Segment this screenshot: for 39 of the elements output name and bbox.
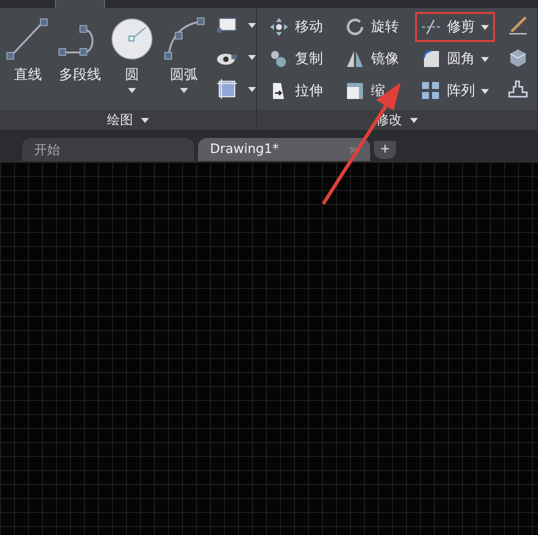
ribbon-tool-button[interactable]: 镜像	[339, 44, 409, 74]
new-tab-button[interactable]: +	[374, 141, 396, 159]
rotate-icon	[345, 17, 365, 37]
ribbon-tool-button[interactable]: 直线	[2, 12, 54, 88]
caret-icon	[141, 118, 149, 122]
array-icon	[421, 81, 441, 101]
outline-icon	[507, 78, 529, 100]
caret-icon	[481, 88, 489, 94]
caret-icon	[248, 22, 256, 28]
brush-icon	[507, 14, 529, 36]
ribbon-tool-button[interactable]: 圆弧	[158, 12, 210, 97]
ribbon-tool-button[interactable]	[214, 76, 258, 102]
scale-icon	[345, 81, 365, 101]
copy-icon	[269, 49, 289, 69]
caret-icon	[128, 88, 136, 93]
panel-title-button[interactable]: 绘图	[0, 110, 256, 130]
ribbon-tool-button[interactable]: 修剪	[415, 12, 495, 42]
boundary-icon	[216, 78, 238, 100]
trim-icon	[421, 17, 441, 37]
file-tab[interactable]: 开始	[22, 138, 194, 161]
ribbon-tool-button[interactable]: 圆角	[415, 44, 495, 74]
ribbon-tool-button[interactable]: 旋转	[339, 12, 409, 42]
file-tab[interactable]: Drawing1*	[198, 138, 370, 161]
caret-icon	[180, 88, 188, 93]
caret-icon	[481, 24, 489, 30]
caret-icon	[248, 86, 256, 92]
ribbon-tool-button[interactable]: 多段线	[54, 12, 106, 88]
caret-icon	[248, 54, 256, 60]
ribbon-tool-button[interactable]: 阵列	[415, 76, 495, 106]
circle-icon	[109, 16, 155, 62]
ribbon-tool-button[interactable]: 圆	[106, 12, 158, 97]
caret-icon	[410, 118, 418, 122]
mirror-icon	[345, 49, 365, 69]
ribbon-tool-button[interactable]: 拉伸	[263, 76, 333, 106]
move-icon	[269, 17, 289, 37]
ribbon-tool-button[interactable]: 复制	[263, 44, 333, 74]
caret-icon	[481, 56, 489, 62]
ribbon-tool-button[interactable]: 移动	[263, 12, 333, 42]
fillet-icon	[421, 49, 441, 69]
